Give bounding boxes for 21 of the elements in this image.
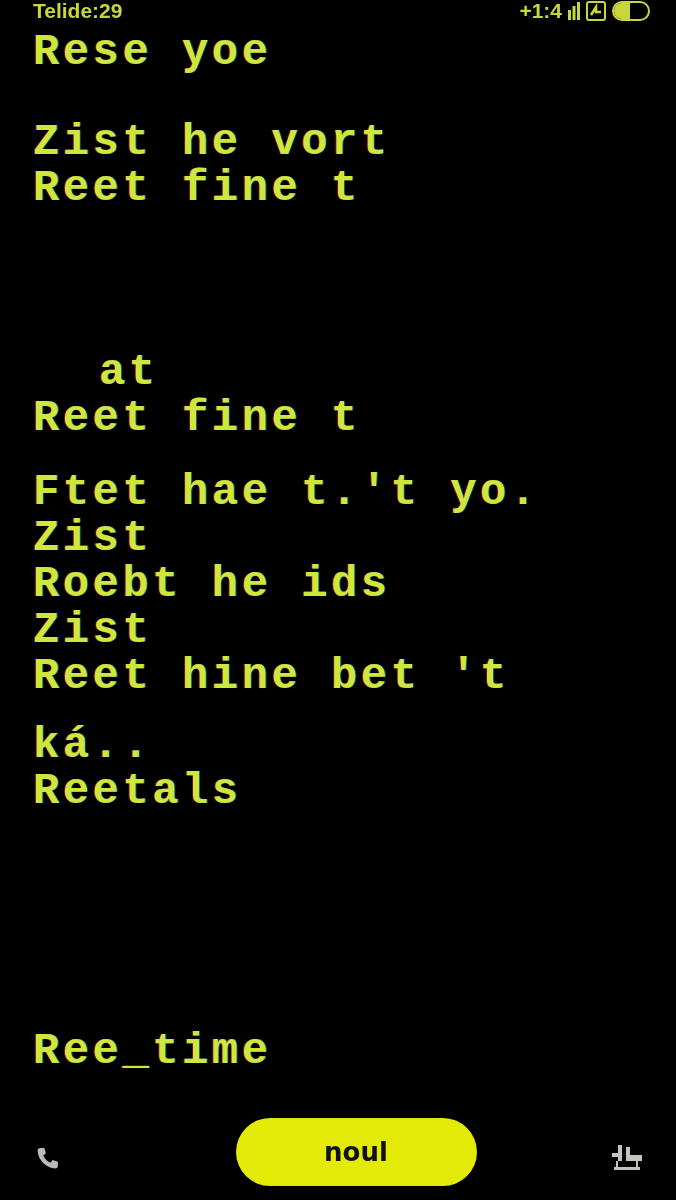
- terminal-line: Zist he vort: [33, 119, 391, 165]
- terminal-line: Roebt he ids: [33, 561, 391, 607]
- terminal-line: Reet fine t: [33, 395, 361, 441]
- terminal-line: Reet hine bet 't: [33, 653, 510, 699]
- terminal-line: Reet fine t: [33, 165, 361, 211]
- terminal-line: Rese yoe: [33, 29, 272, 75]
- terminal-line: Zist: [33, 515, 153, 561]
- terminal-line: Zist: [33, 607, 153, 653]
- terminal-line: Ftet hae t.'t yo.: [33, 469, 540, 515]
- signal-icon: [568, 2, 580, 20]
- card-icon: [586, 1, 606, 21]
- terminal-line: at: [99, 349, 159, 395]
- terminal-line: Ree_time: [33, 1028, 272, 1074]
- battery-icon: [612, 1, 650, 21]
- terminal-line: Reetals: [33, 768, 242, 814]
- bench-icon[interactable]: [612, 1143, 642, 1171]
- action-button[interactable]: noul: [235, 1118, 477, 1186]
- status-clock: +1:4: [519, 0, 562, 22]
- terminal-line: ká..: [33, 722, 153, 768]
- status-time: Telide:29: [33, 0, 123, 22]
- phone-icon[interactable]: [35, 1145, 60, 1171]
